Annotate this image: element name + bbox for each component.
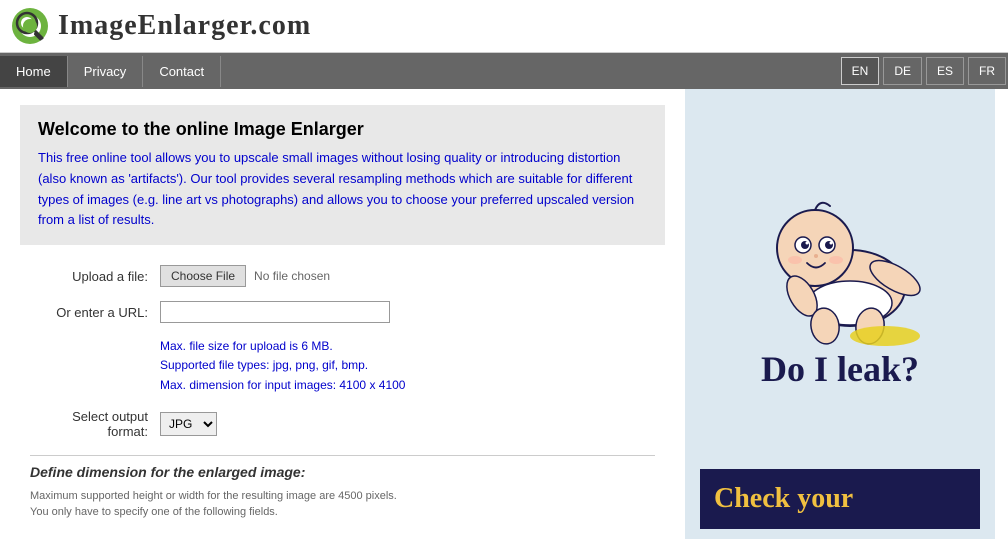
ad-headline: Do I leak? (761, 348, 919, 390)
info-line-3: Max. dimension for input images: 4100 x … (160, 376, 655, 395)
info-line-1: Max. file size for upload is 6 MB. (160, 337, 655, 356)
ad-image-area: Do I leak? (700, 99, 980, 439)
divider (30, 455, 655, 456)
nav-home[interactable]: Home (0, 56, 68, 87)
no-file-label: No file chosen (254, 269, 330, 283)
lang-de[interactable]: DE (883, 57, 922, 85)
sidebar: Do I leak? Check your (685, 89, 995, 539)
lang-fr[interactable]: FR (968, 57, 1006, 85)
info-text: Max. file size for upload is 6 MB. Suppo… (160, 337, 655, 395)
content-area: Welcome to the online Image Enlarger Thi… (0, 89, 685, 539)
main-content: Welcome to the online Image Enlarger Thi… (0, 89, 1008, 539)
ad-dark-bar: Check your (700, 469, 980, 529)
choose-file-button[interactable]: Choose File (160, 265, 246, 287)
file-input-wrapper: Choose File No file chosen (160, 265, 330, 287)
logo-icon (12, 8, 48, 44)
format-row: Select output format: JPG PNG GIF BMP (30, 409, 655, 439)
form-area: Upload a file: Choose File No file chose… (20, 265, 665, 521)
header: ImageEnlarger.com (0, 0, 1008, 53)
format-select[interactable]: JPG PNG GIF BMP (160, 412, 217, 436)
ad-sub-text: Check your (714, 483, 966, 515)
welcome-box: Welcome to the online Image Enlarger Thi… (20, 105, 665, 245)
nav-bar: Home Privacy Contact EN DE ES FR (0, 53, 1008, 89)
format-label: Select output format: (30, 409, 160, 439)
dimension-info-line1: Maximum supported height or width for th… (30, 488, 655, 505)
dimension-info-line2: You only have to specify one of the foll… (30, 504, 655, 521)
info-line-2: Supported file types: jpg, png, gif, bmp… (160, 356, 655, 375)
url-label: Or enter a URL: (30, 305, 160, 320)
url-input[interactable] (160, 301, 390, 323)
lang-en[interactable]: EN (841, 57, 880, 85)
welcome-title: Welcome to the online Image Enlarger (38, 119, 647, 140)
dimension-title: Define dimension for the enlarged image: (30, 464, 655, 480)
dimension-info: Maximum supported height or width for th… (30, 488, 655, 521)
site-title: ImageEnlarger.com (58, 10, 311, 42)
upload-label: Upload a file: (30, 269, 160, 284)
url-row: Or enter a URL: (30, 301, 655, 323)
welcome-text: This free online tool allows you to upsc… (38, 148, 647, 231)
lang-es[interactable]: ES (926, 57, 964, 85)
nav-privacy[interactable]: Privacy (68, 56, 144, 87)
baby-illustration (740, 148, 940, 348)
upload-row: Upload a file: Choose File No file chose… (30, 265, 655, 287)
nav-contact[interactable]: Contact (143, 56, 221, 87)
